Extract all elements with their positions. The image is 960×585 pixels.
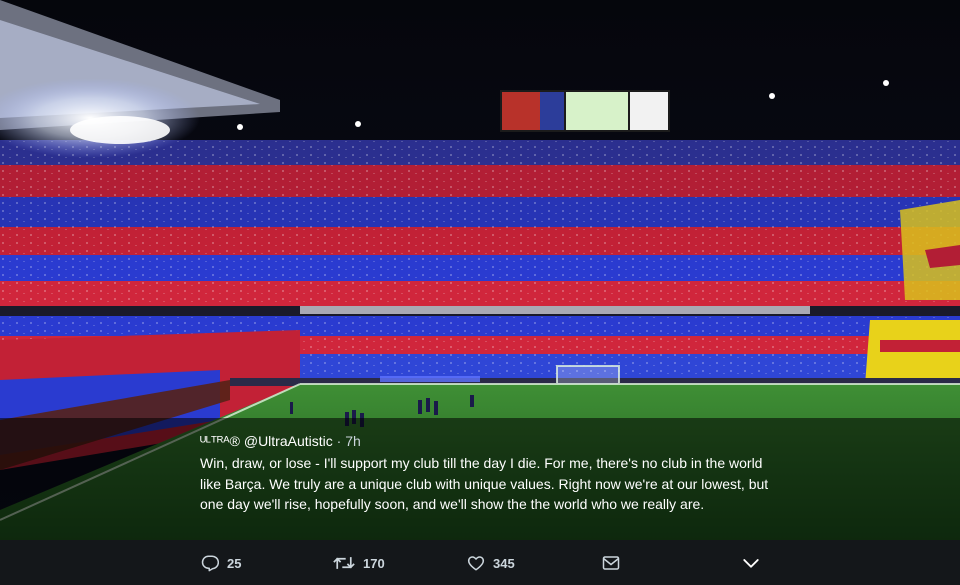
retweet-count: 170 [363, 555, 385, 571]
like-button[interactable]: 345 [467, 553, 515, 573]
more-options-button[interactable] [742, 553, 760, 573]
tweet-action-bar: 25 170 345 [0, 540, 960, 585]
tweet-timestamp[interactable]: 7h [345, 433, 361, 449]
tweet-byline: ᵁᴸᵀᴿᴬ® @UltraAutistic · 7h [200, 432, 780, 450]
like-count: 345 [493, 555, 515, 571]
heart-icon [467, 556, 485, 571]
byline-separator: · [336, 433, 342, 449]
reply-button[interactable]: 25 [201, 553, 241, 573]
chevron-down-icon [743, 559, 759, 568]
reply-count: 25 [227, 555, 242, 571]
tweet-text: Win, draw, or lose - I'll support my clu… [200, 455, 769, 512]
media-viewer: ᵁᴸᵀᴿᴬ® @UltraAutistic · 7h Win, draw, or… [0, 0, 960, 585]
envelope-icon [602, 556, 620, 570]
retweet-icon [333, 557, 355, 569]
reply-icon [201, 555, 219, 572]
tweet-content: ᵁᴸᵀᴿᴬ® @UltraAutistic · 7h Win, draw, or… [200, 432, 780, 515]
tweet-caption: ᵁᴸᵀᴿᴬ® @UltraAutistic · 7h Win, draw, or… [0, 418, 960, 540]
user-handle[interactable]: @UltraAutistic [244, 433, 333, 449]
direct-message-button[interactable] [602, 553, 620, 573]
retweet-button[interactable]: 170 [333, 553, 385, 573]
display-name[interactable]: ᵁᴸᵀᴿᴬ® [200, 433, 240, 449]
